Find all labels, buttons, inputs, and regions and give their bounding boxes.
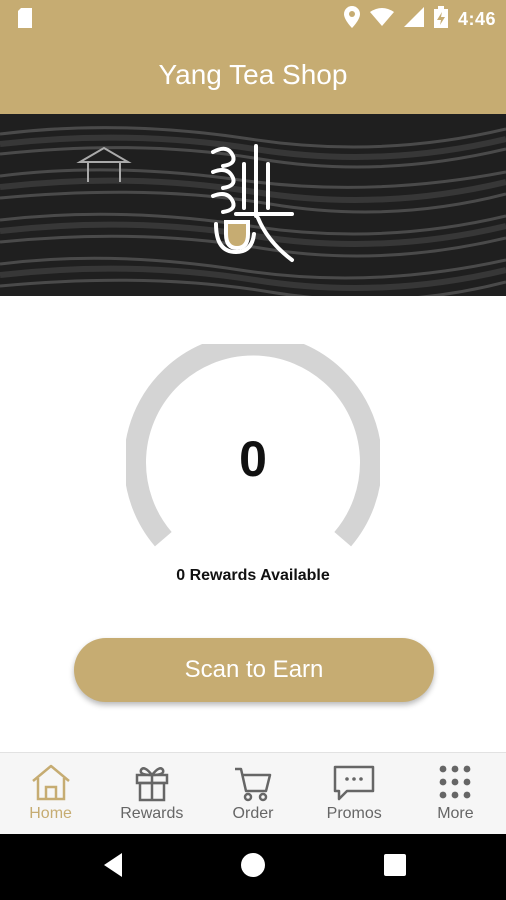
nav-item-promos[interactable]: Promos bbox=[304, 753, 405, 835]
tea-terrace-background bbox=[0, 114, 506, 296]
rewards-count: 0 bbox=[239, 431, 267, 487]
nav-label-order: Order bbox=[232, 805, 274, 822]
signal-icon bbox=[403, 7, 424, 32]
banner-image bbox=[0, 114, 506, 296]
app-bar: Yang Tea Shop bbox=[0, 36, 506, 114]
location-icon bbox=[343, 6, 360, 33]
scan-to-earn-button[interactable]: Scan to Earn bbox=[74, 638, 434, 702]
recents-icon[interactable] bbox=[380, 850, 410, 880]
status-time: 4:46 bbox=[457, 9, 496, 29]
nav-item-rewards[interactable]: Rewards bbox=[101, 753, 202, 835]
bottom-nav: Home Rewards Order Promos More bbox=[0, 752, 506, 835]
nav-label-home: Home bbox=[29, 805, 72, 822]
nav-label-rewards: Rewards bbox=[120, 805, 184, 822]
home-icon bbox=[31, 764, 70, 801]
nav-label-more: More bbox=[437, 805, 474, 822]
rewards-available-label: 0 Rewards Available bbox=[176, 567, 330, 584]
gift-icon bbox=[135, 767, 169, 802]
sd-card-icon bbox=[16, 8, 34, 33]
battery-icon bbox=[433, 6, 448, 33]
page-title: Yang Tea Shop bbox=[158, 59, 348, 90]
nav-label-promos: Promos bbox=[326, 805, 382, 822]
grid-dots-icon bbox=[440, 765, 471, 799]
home-circle-icon[interactable] bbox=[238, 850, 268, 880]
nav-item-more[interactable]: More bbox=[405, 753, 506, 835]
nav-item-home[interactable]: Home bbox=[0, 753, 101, 835]
chat-icon bbox=[333, 765, 375, 801]
system-nav-bar bbox=[0, 834, 506, 900]
status-bar: 4:46 bbox=[0, 0, 506, 36]
wifi-icon bbox=[369, 8, 394, 31]
nav-item-order[interactable]: Order bbox=[202, 753, 303, 835]
cart-icon bbox=[235, 767, 272, 802]
back-icon[interactable] bbox=[98, 850, 128, 880]
